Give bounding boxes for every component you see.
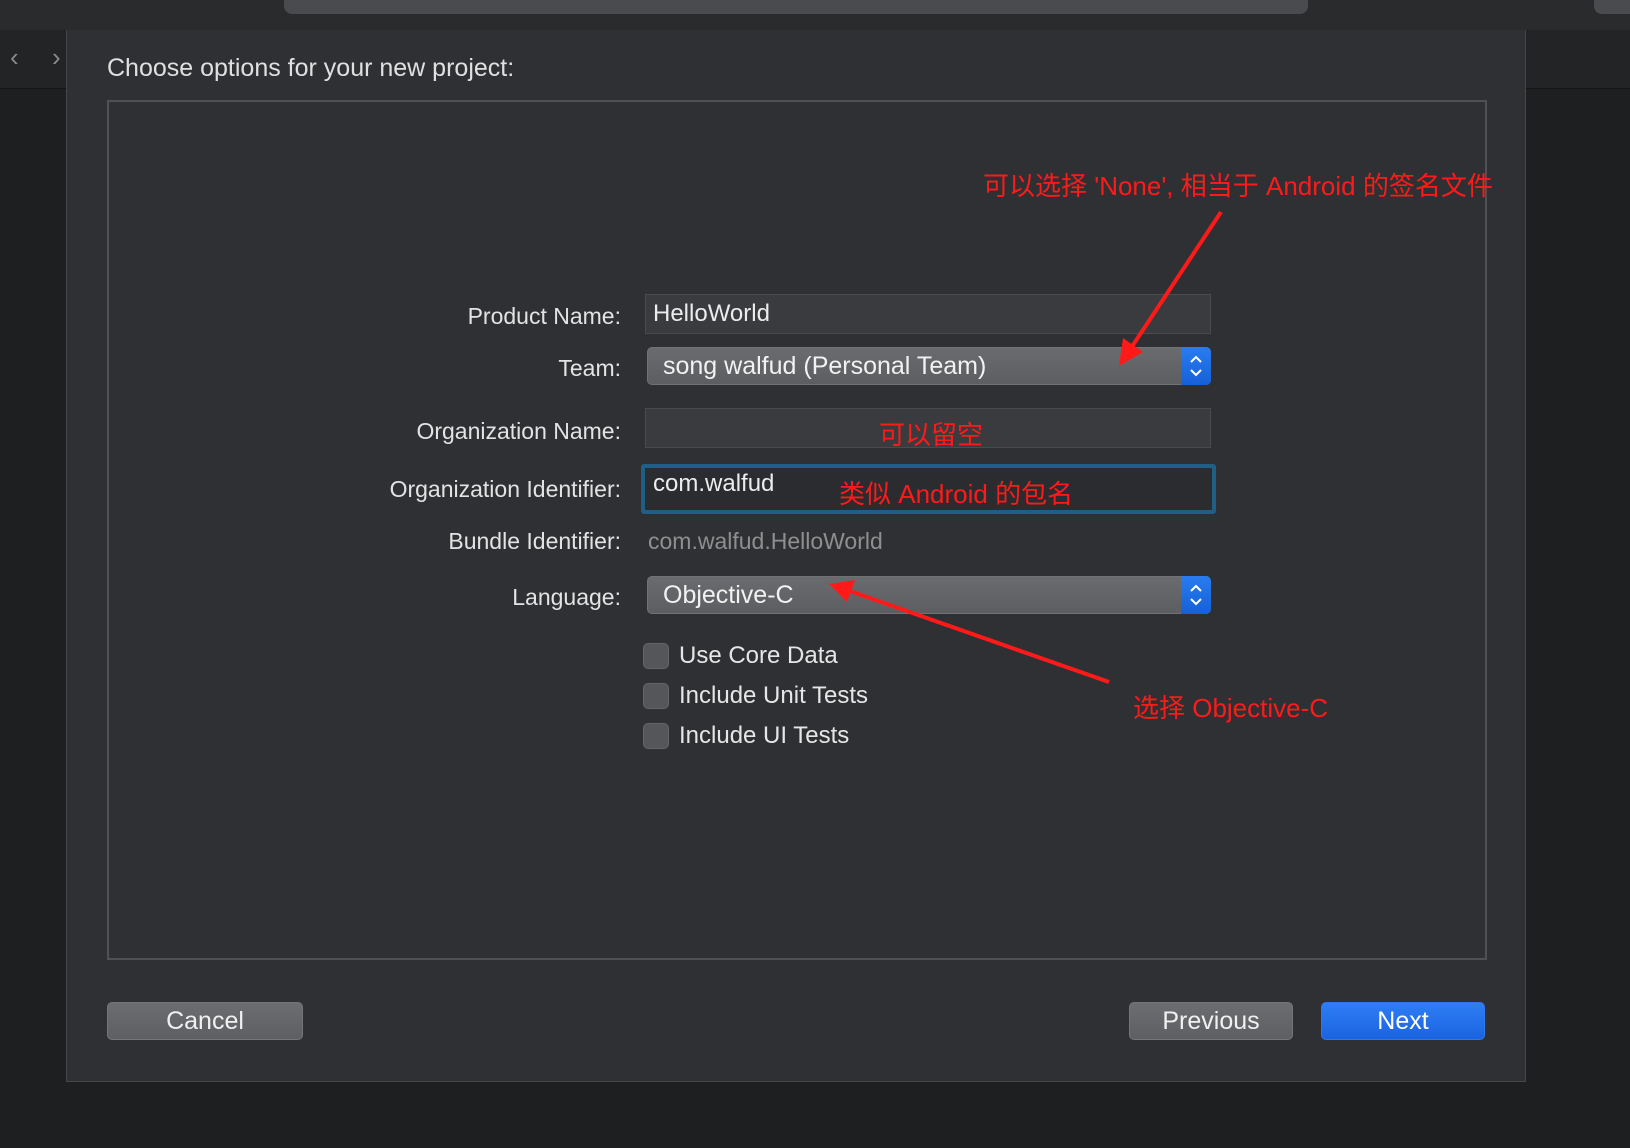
new-project-sheet: Choose options for your new project: 可以选… [66, 30, 1526, 1082]
options-panel: 可以选择 'None', 相当于 Android 的签名文件 Product N… [107, 100, 1493, 960]
cancel-button[interactable]: Cancel [107, 1002, 303, 1040]
window-top-bar [0, 0, 1630, 31]
right-toolbar-strip [1526, 30, 1630, 89]
next-button[interactable]: Next [1321, 1002, 1485, 1040]
previous-button[interactable]: Previous [1129, 1002, 1293, 1040]
top-right-control[interactable] [1594, 0, 1630, 14]
back-arrow-icon[interactable]: ‹ [10, 44, 19, 70]
language-annotation-arrow [829, 580, 1110, 684]
window-bottom-area [0, 1082, 1630, 1148]
team-annotation-arrow [1119, 210, 1223, 366]
annotation-arrows [829, 210, 1223, 684]
forward-arrow-icon[interactable]: › [52, 44, 61, 70]
sheet-title: Choose options for your new project: [107, 54, 515, 82]
tab-bar-scroller[interactable] [284, 0, 1308, 14]
